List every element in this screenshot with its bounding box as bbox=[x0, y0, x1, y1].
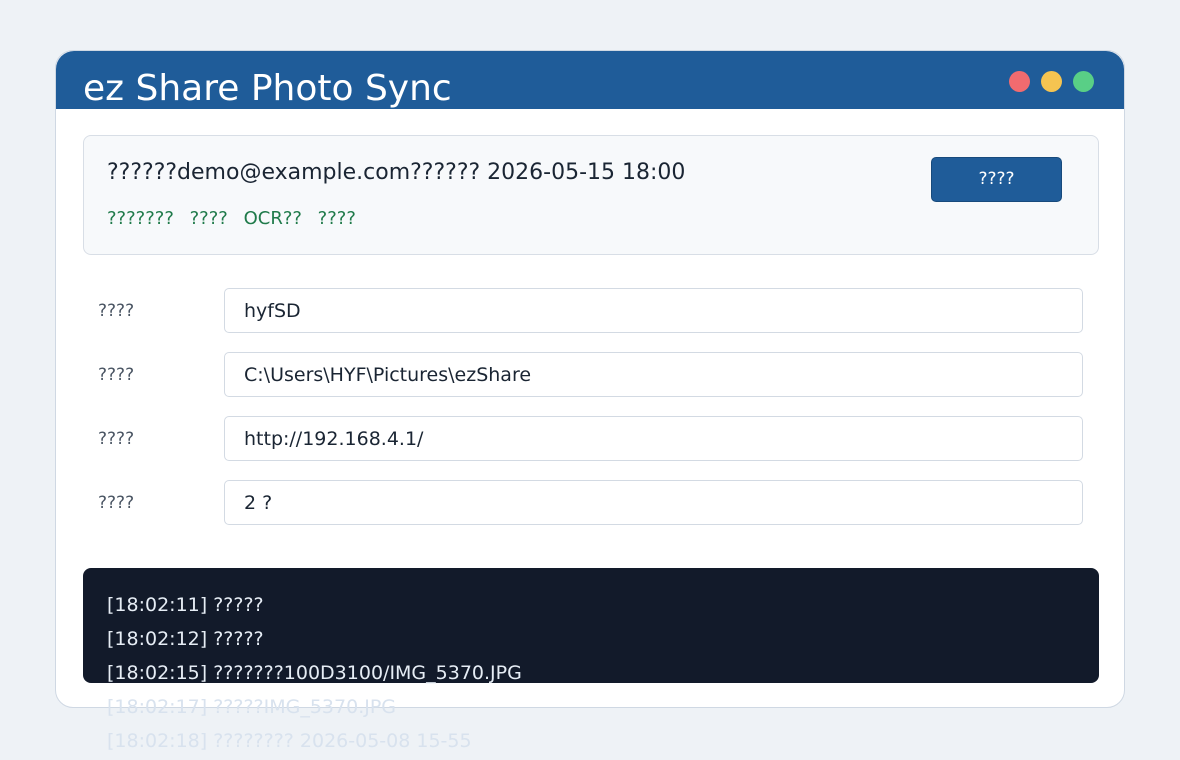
log-line: [18:02:17] ?????IMG_5370.JPG bbox=[107, 696, 397, 718]
feature-item: OCR?? bbox=[243, 208, 302, 229]
log-line: [18:02:15] ???????100D3100/IMG_5370.JPG bbox=[107, 662, 522, 684]
log-line: [18:02:18] ???????? 2026-05-08 15-55 bbox=[107, 730, 472, 752]
app-title: ez Share Photo Sync bbox=[83, 68, 452, 109]
maximize-icon[interactable] bbox=[1073, 71, 1094, 92]
feature-item: ???? bbox=[189, 208, 228, 229]
log-line: [18:02:12] ????? bbox=[107, 628, 264, 650]
minimize-icon[interactable] bbox=[1041, 71, 1062, 92]
form-label: ???? bbox=[98, 365, 135, 385]
save-folder-input[interactable] bbox=[224, 352, 1083, 397]
log-line: [18:02:11] ????? bbox=[107, 594, 264, 616]
title-bar[interactable]: ez Share Photo Sync bbox=[56, 51, 1124, 109]
account-action-button[interactable]: ???? bbox=[931, 157, 1062, 202]
form-row-folder: ???? bbox=[83, 352, 1099, 398]
form-row-interval: ???? bbox=[83, 480, 1099, 526]
feature-list: ??????? ???? OCR?? ???? bbox=[107, 207, 366, 231]
interval-input[interactable] bbox=[224, 480, 1083, 525]
account-status-text: ??????demo@example.com?????? 2026-05-15 … bbox=[107, 160, 686, 185]
log-output: [18:02:11] ????? [18:02:12] ????? [18:02… bbox=[107, 588, 1107, 758]
account-status-card: ??????demo@example.com?????? 2026-05-15 … bbox=[83, 135, 1099, 255]
feature-item: ??????? bbox=[107, 208, 174, 229]
device-name-input[interactable] bbox=[224, 288, 1083, 333]
close-icon[interactable] bbox=[1009, 71, 1030, 92]
device-address-input[interactable] bbox=[224, 416, 1083, 461]
form-row-address: ???? bbox=[83, 416, 1099, 462]
feature-item: ???? bbox=[317, 208, 356, 229]
form-label: ???? bbox=[98, 429, 135, 449]
form-label: ???? bbox=[98, 493, 135, 513]
form-label: ???? bbox=[98, 301, 135, 321]
form-row-device: ???? bbox=[83, 288, 1099, 334]
